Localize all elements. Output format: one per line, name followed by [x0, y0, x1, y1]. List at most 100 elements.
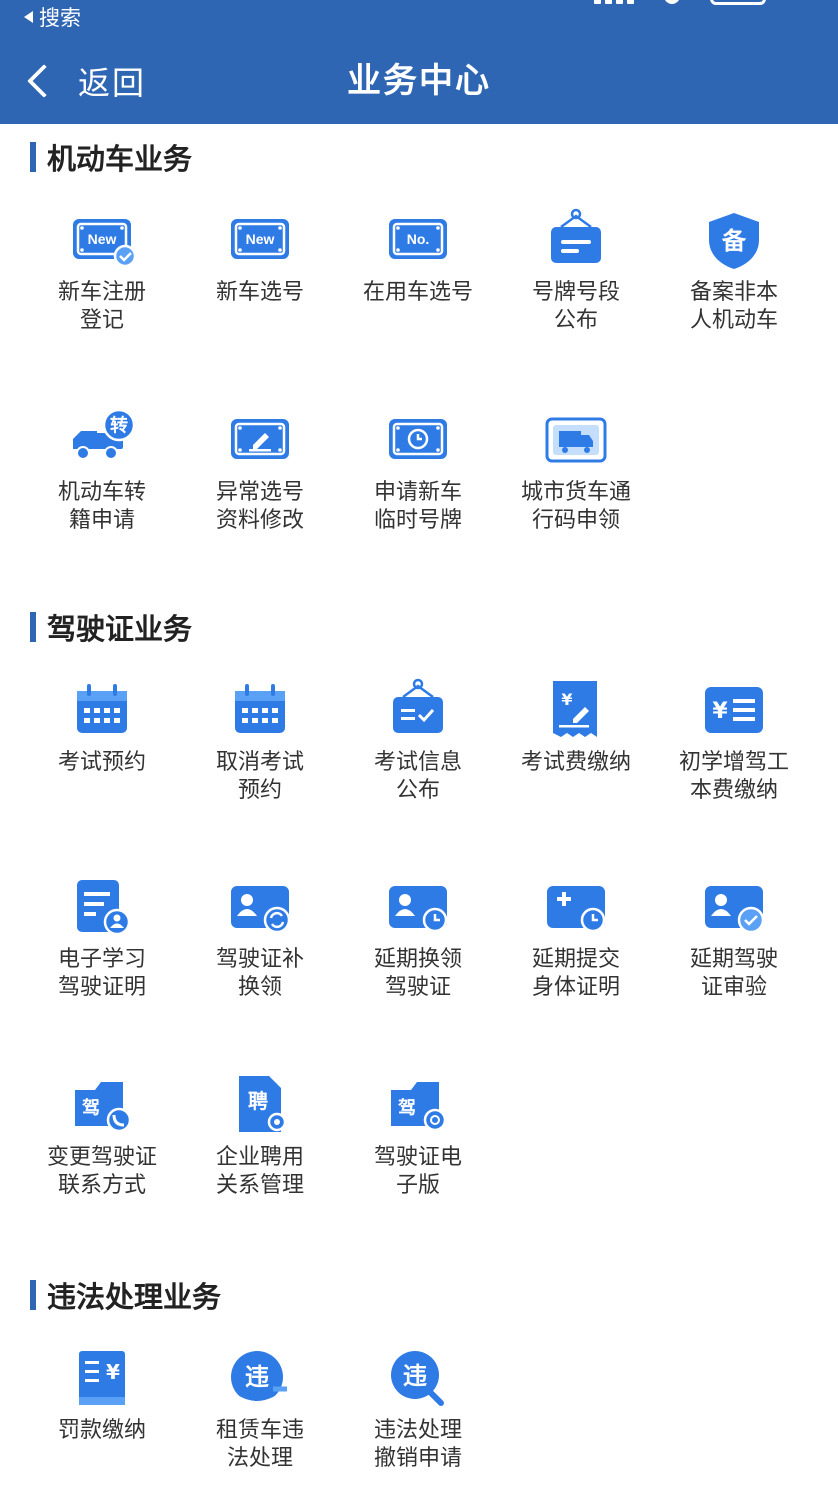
svg-text:驾: 驾: [398, 1097, 416, 1119]
section-accent-bar: [30, 1280, 36, 1310]
svg-text:驾: 驾: [82, 1097, 100, 1119]
license-extend-check-icon: [699, 872, 769, 942]
service-item-study-certificate[interactable]: 电子学习 驾驶证明: [23, 872, 181, 1002]
signal-icon: [594, 0, 634, 4]
svg-text:备: 备: [721, 227, 747, 255]
service-item-license-extend-check[interactable]: 延期驾驶 证审验: [655, 872, 813, 1002]
service-item-label: 号牌号段 公布: [531, 280, 620, 333]
e-license-icon: 驾: [383, 1070, 453, 1140]
temporary-plate-clock-icon: [383, 405, 453, 475]
status-back-to-app[interactable]: 搜索: [24, 2, 81, 32]
service-item-label: 租赁车违 法处理: [215, 1418, 304, 1471]
service-item-temporary-plate-clock[interactable]: 申请新车 临时号牌: [339, 405, 497, 535]
service-item-label: 考试信息 公布: [373, 750, 462, 803]
service-item-rental-violation[interactable]: 违租赁车违 法处理: [181, 1343, 339, 1473]
service-item-edit-plate[interactable]: 异常选号 资料修改: [181, 405, 339, 535]
service-item-violation-revoke-search[interactable]: 违违法处理 撤销申请: [339, 1343, 497, 1473]
license-contact-change-icon: 驾: [67, 1070, 137, 1140]
medical-extend-icon: [541, 872, 611, 942]
service-item-label: 新车选号: [215, 280, 304, 305]
truck-pass-icon: [541, 405, 611, 475]
license-reissue-icon: [225, 872, 295, 942]
section-title-vehicle: 机动车业务: [30, 140, 192, 176]
employment-doc-icon: 聘: [225, 1070, 295, 1140]
service-item-fine-payment[interactable]: ¥ 罚款缴纳: [23, 1343, 181, 1445]
service-item-exam-info-board[interactable]: 考试信息 公布: [339, 675, 497, 805]
service-item-vehicle-transfer-truck[interactable]: 转机动车转 籍申请: [23, 405, 181, 535]
service-item-employment-doc[interactable]: 聘企业聘用 关系管理: [181, 1070, 339, 1200]
service-item-label: 城市货车通 行码申领: [520, 480, 631, 533]
service-item-label: 违法处理 撤销申请: [373, 1418, 462, 1471]
service-item-license-contact-change[interactable]: 驾变更驾驶证 联系方式: [23, 1070, 181, 1200]
service-item-record-shield[interactable]: 备备案非本 人机动车: [655, 205, 813, 335]
service-item-calendar-cancel[interactable]: 取消考试 预约: [181, 675, 339, 805]
service-item-label: 驾驶证补 换领: [215, 947, 304, 1000]
service-item-new-registration[interactable]: New 新车注册 登记: [23, 205, 181, 335]
service-item-license-reissue[interactable]: 驾驶证补 换领: [181, 872, 339, 1002]
license-extend-renew-icon: [383, 872, 453, 942]
vehicle-transfer-truck-icon: 转: [67, 405, 137, 475]
service-item-license-extend-renew[interactable]: 延期换领 驾驶证: [339, 872, 497, 1002]
status-back-label: 搜索: [39, 6, 81, 30]
section-accent-bar: [30, 612, 36, 642]
section-title-violation: 违法处理业务: [30, 1278, 221, 1314]
svg-text:¥: ¥: [712, 699, 728, 724]
svg-text:违: 违: [403, 1362, 427, 1390]
section-title-text: 驾驶证业务: [47, 612, 193, 646]
service-item-label: 延期提交 身体证明: [531, 947, 620, 1000]
service-item-label: 初学增驾工 本费缴纳: [678, 750, 789, 803]
service-item-label: 驾驶证电 子版: [373, 1145, 462, 1198]
calendar-cancel-icon: [225, 675, 295, 745]
service-item-truck-pass[interactable]: 城市货车通 行码申领: [497, 405, 655, 535]
service-item-label: 延期驾驶 证审验: [689, 947, 778, 1000]
service-item-label: 取消考试 预约: [215, 750, 304, 803]
chevron-left-icon: [27, 64, 61, 98]
used-car-plate-selection-icon: No.: [383, 205, 453, 275]
service-item-label: 考试预约: [57, 750, 146, 775]
svg-text:New: New: [88, 231, 117, 247]
svg-text:¥: ¥: [561, 690, 572, 709]
exam-fee-receipt-icon: ¥: [541, 675, 611, 745]
service-item-label: 新车注册 登记: [57, 280, 146, 333]
fee-list-icon: ¥: [699, 675, 769, 745]
service-item-label: 异常选号 资料修改: [215, 480, 304, 533]
record-shield-icon: 备: [699, 205, 769, 275]
service-item-plate-range-announcement[interactable]: 号牌号段 公布: [497, 205, 655, 335]
service-item-medical-extend[interactable]: 延期提交 身体证明: [497, 872, 655, 1002]
top-bar: 搜索 业务中心 返回: [0, 0, 838, 124]
service-item-label: 企业聘用 关系管理: [215, 1145, 304, 1198]
service-item-label: 电子学习 驾驶证明: [57, 947, 146, 1000]
wifi-icon: [664, 0, 680, 4]
service-item-calendar[interactable]: 考试预约: [23, 675, 181, 777]
fine-payment-icon: ¥: [67, 1343, 137, 1413]
svg-text:违: 违: [245, 1363, 269, 1391]
battery-icon: [710, 0, 766, 5]
service-item-label: 在用车选号: [362, 280, 473, 305]
service-item-used-car-plate-selection[interactable]: No. 在用车选号: [339, 205, 497, 307]
back-triangle-icon: [24, 11, 33, 23]
violation-revoke-search-icon: 违: [383, 1343, 453, 1413]
service-item-label: 延期换领 驾驶证: [373, 947, 462, 1000]
section-title-text: 违法处理业务: [47, 1280, 222, 1314]
svg-text:聘: 聘: [248, 1089, 268, 1113]
status-icons: [594, 0, 766, 5]
back-label: 返回: [78, 64, 147, 102]
back-button[interactable]: 返回: [22, 56, 146, 106]
service-item-exam-fee-receipt[interactable]: ¥ 考试费缴纳: [497, 675, 655, 777]
service-item-label: 考试费缴纳: [520, 750, 631, 775]
service-item-label: 罚款缴纳: [57, 1418, 146, 1443]
svg-text:¥: ¥: [106, 1360, 120, 1384]
calendar-icon: [67, 675, 137, 745]
svg-text:No.: No.: [407, 231, 430, 247]
service-item-e-license[interactable]: 驾驾驶证电 子版: [339, 1070, 497, 1200]
new-plate-selection-icon: New: [225, 205, 295, 275]
service-item-new-plate-selection[interactable]: New 新车选号: [181, 205, 339, 307]
section-title-text: 机动车业务: [47, 142, 193, 176]
section-accent-bar: [30, 142, 36, 172]
service-item-label: 变更驾驶证 联系方式: [46, 1145, 157, 1198]
new-registration-icon: New: [67, 205, 137, 275]
study-certificate-icon: [67, 872, 137, 942]
svg-text:转: 转: [110, 414, 128, 436]
rental-violation-icon: 违: [225, 1343, 295, 1413]
service-item-fee-list[interactable]: ¥ 初学增驾工 本费缴纳: [655, 675, 813, 805]
